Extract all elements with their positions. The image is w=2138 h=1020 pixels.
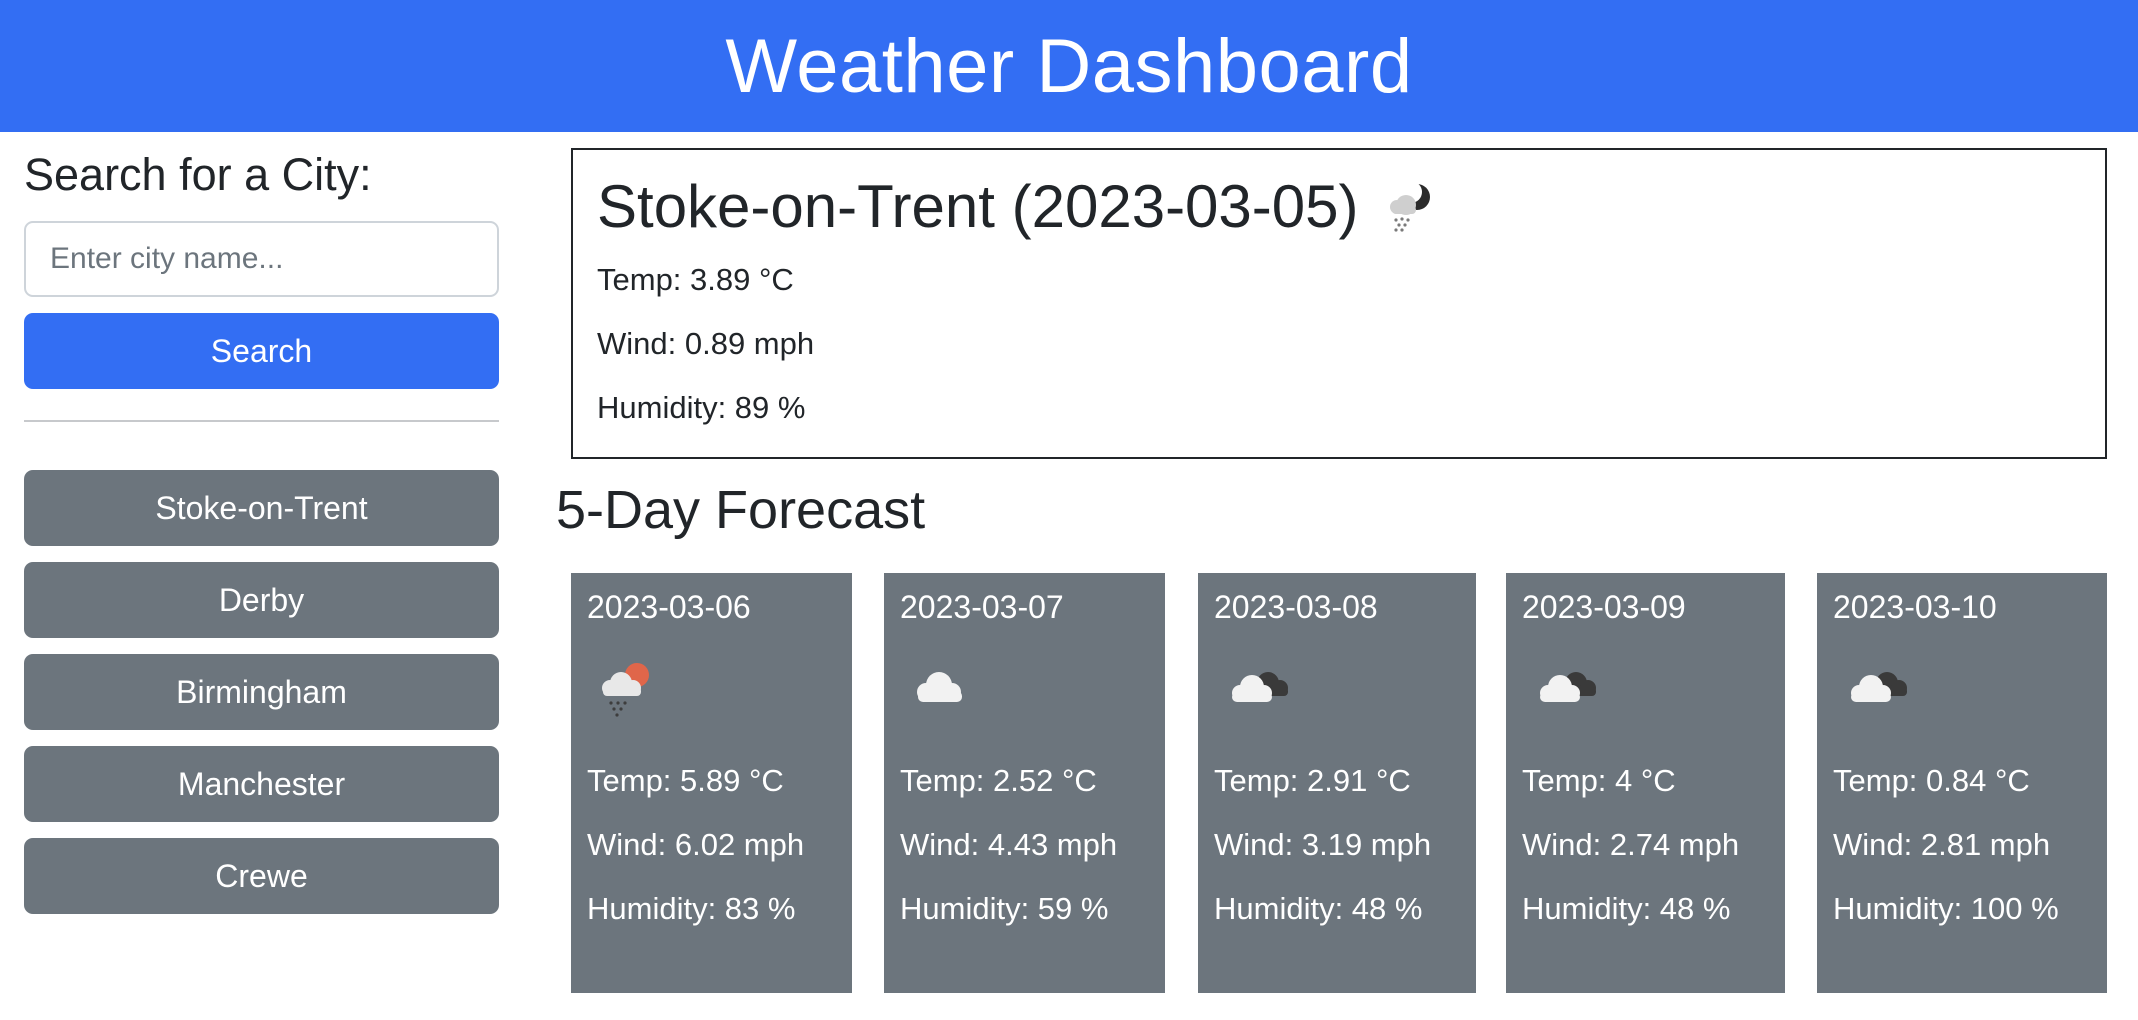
city-search-input[interactable] [24,221,499,297]
current-humidity: Humidity: 89 % [597,390,806,425]
forecast-humidity: Humidity: 100 % [1833,891,2059,926]
rain-sun-cloud-icon [602,663,649,717]
forecast-date: 2023-03-10 [1833,589,1997,625]
forecast-date: 2023-03-09 [1522,589,1686,625]
forecast-card: 2023-03-10 Temp: 0.84 °C Wind: 2.81 mph … [1817,573,2107,993]
broken-clouds-icon [1540,672,1596,702]
history-button-manchester[interactable]: Manchester [24,746,499,822]
search-button[interactable]: Search [24,313,499,389]
history-button-derby[interactable]: Derby [24,562,499,638]
forecast-card: 2023-03-06 Temp: 5.89 °C Wind: 6.02 mph … [571,573,852,993]
forecast-card: 2023-03-08 Temp: 2.91 °C Wind: 3.19 mph … [1198,573,1476,993]
current-temp: Temp: 3.89 °C [597,262,794,297]
divider [24,420,499,422]
current-wind: Wind: 0.89 mph [597,326,815,361]
forecast-temp: Temp: 2.52 °C [900,763,1097,798]
forecast-heading: 5-Day Forecast [556,480,926,540]
current-city-date: Stoke-on-Trent (2023-03-05) [597,172,1359,240]
forecast-temp: Temp: 5.89 °C [587,763,784,798]
current-weather-header: Stoke-on-Trent (2023-03-05) [597,164,2081,248]
forecast-wind: Wind: 4.43 mph [900,827,1118,862]
search-heading: Search for a City: [24,149,372,200]
forecast-date: 2023-03-07 [900,589,1064,625]
forecast-temp: Temp: 4 °C [1522,763,1676,798]
forecast-wind: Wind: 2.81 mph [1833,827,2051,862]
current-weather-card: Stoke-on-Trent (2023-03-05) Temp: 3.89 °… [571,148,2107,459]
forecast-date: 2023-03-06 [587,589,751,625]
forecast-wind: Wind: 3.19 mph [1214,827,1432,862]
history-button-crewe[interactable]: Crewe [24,838,499,914]
app-header: Weather Dashboard [0,0,2138,132]
broken-clouds-icon [1851,672,1907,702]
forecast-wind: Wind: 6.02 mph [587,827,805,862]
forecast-card: 2023-03-07 Temp: 2.52 °C Wind: 4.43 mph … [884,573,1165,993]
page-title: Weather Dashboard [725,23,1413,109]
forecast-date: 2023-03-08 [1214,589,1378,625]
forecast-card: 2023-03-09 Temp: 4 °C Wind: 2.74 mph Hum… [1506,573,1785,993]
forecast-humidity: Humidity: 48 % [1522,891,1731,926]
forecast-wind: Wind: 2.74 mph [1522,827,1740,862]
sidebar: Search for a City: Search Stoke-on-Trent… [24,132,499,930]
forecast-humidity: Humidity: 83 % [587,891,796,926]
forecast-temp: Temp: 0.84 °C [1833,763,2030,798]
forecast-cards: 2023-03-06 Temp: 5.89 °C Wind: 6.02 mph … [571,573,2107,993]
forecast-temp: Temp: 2.91 °C [1214,763,1411,798]
snow-cloud-night-icon [1390,181,1431,232]
history-button-birmingham[interactable]: Birmingham [24,654,499,730]
search-history: Stoke-on-Trent Derby Birmingham Manchest… [24,470,499,914]
history-button-stoke-on-trent[interactable]: Stoke-on-Trent [24,470,499,546]
forecast-humidity: Humidity: 59 % [900,891,1109,926]
forecast-humidity: Humidity: 48 % [1214,891,1423,926]
broken-clouds-icon [1232,672,1288,702]
cloud-icon [917,672,962,702]
